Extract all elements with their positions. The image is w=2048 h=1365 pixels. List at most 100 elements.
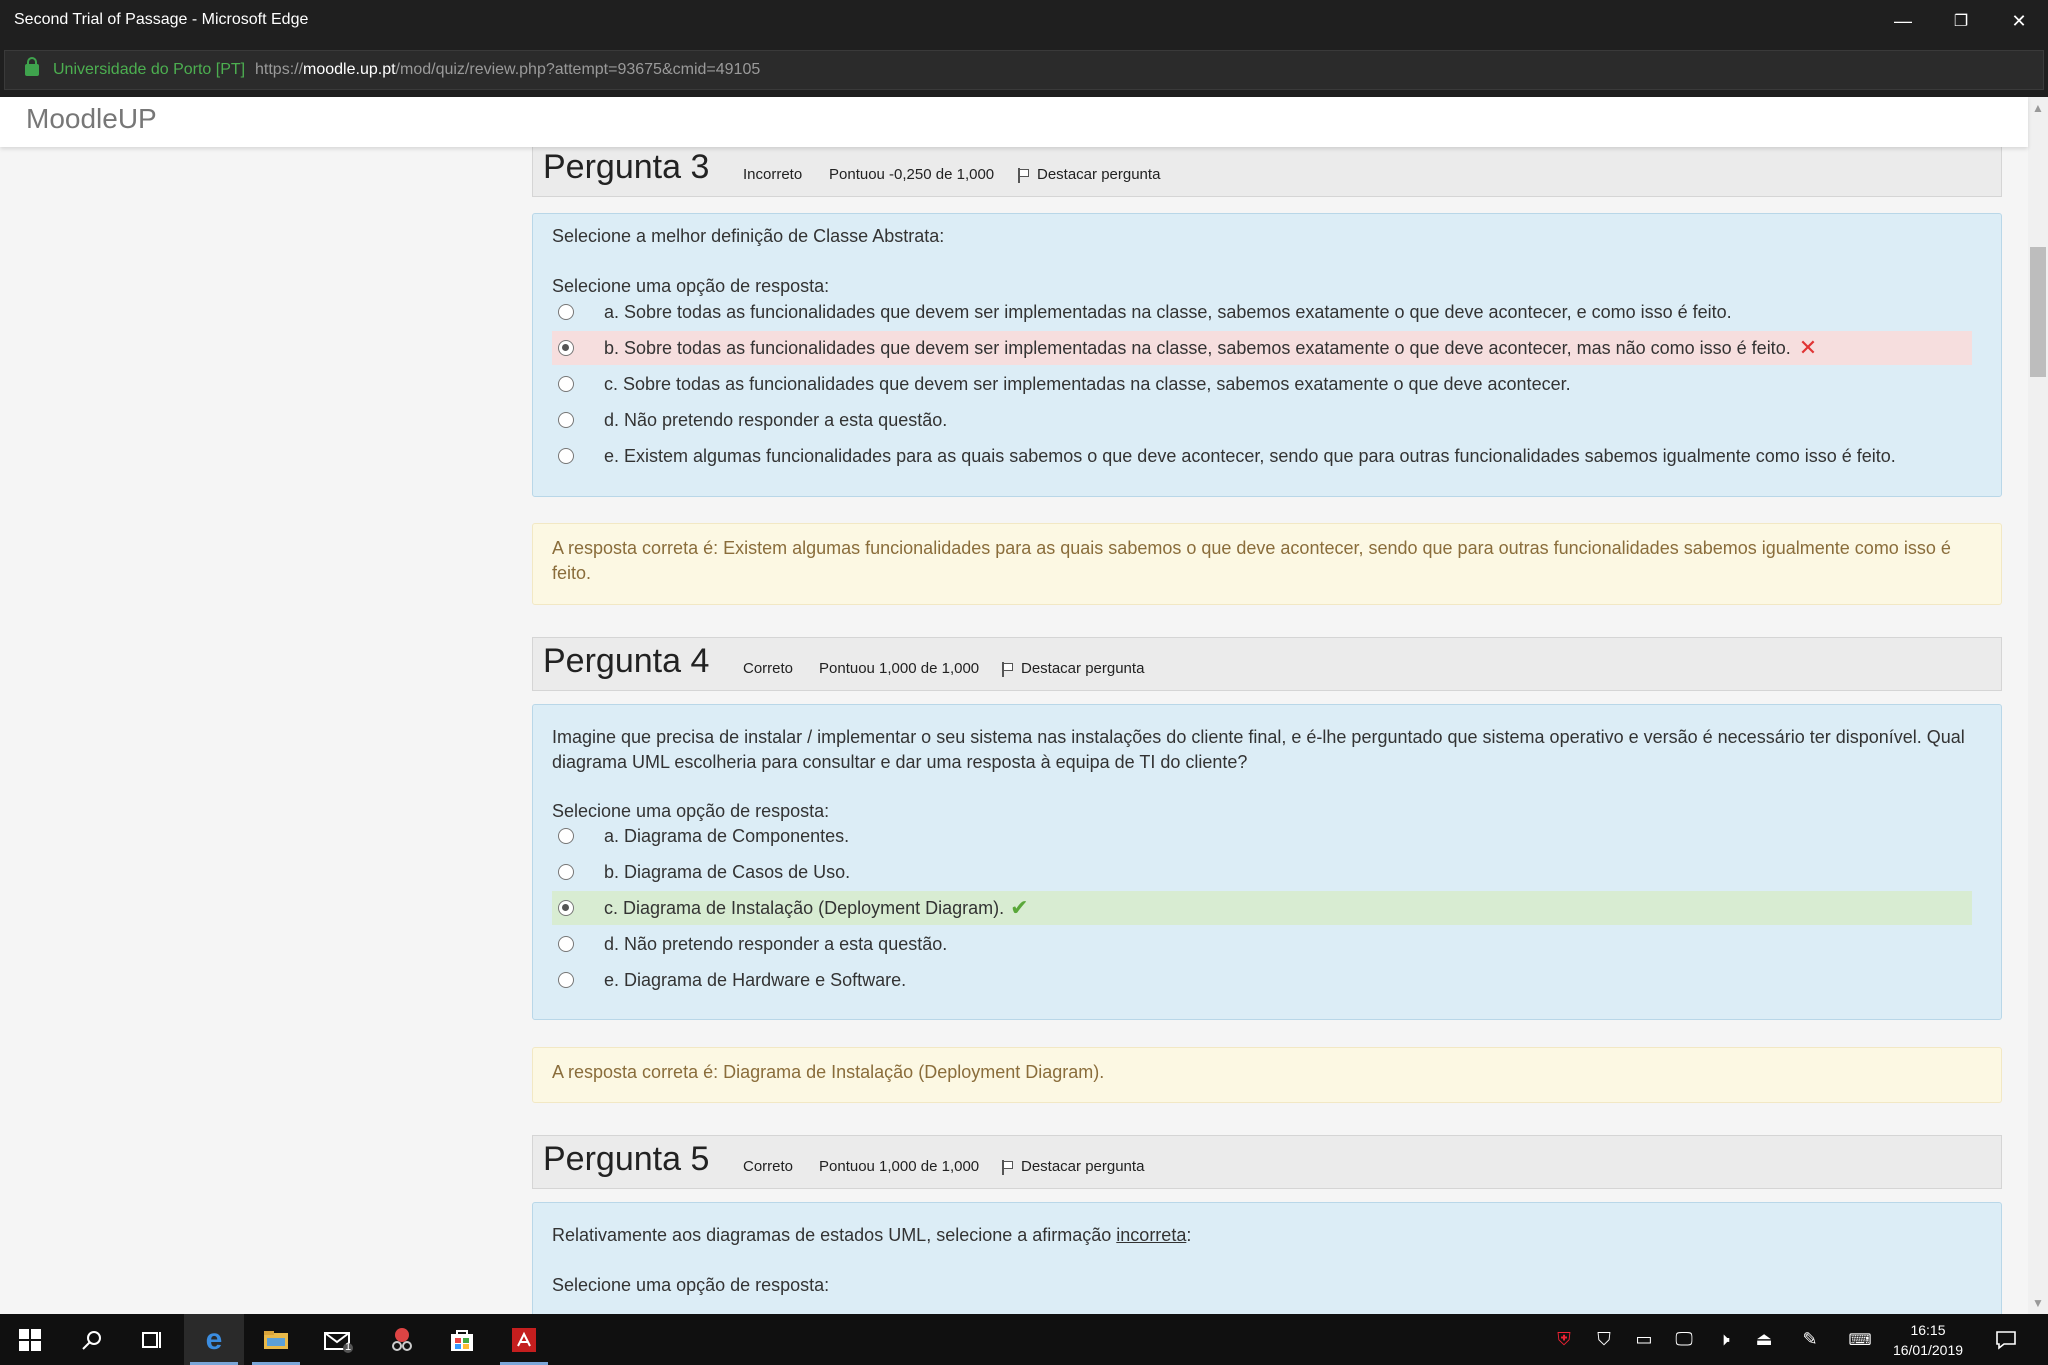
flag-question-link[interactable]: Destacar pergunta — [1001, 660, 1144, 677]
question-5-header: Pergunta 5 Correto Pontuou 1,000 de 1,00… — [532, 1135, 2002, 1189]
close-button[interactable]: ✕ — [1990, 0, 2048, 42]
keyboard-icon[interactable]: ⌨ — [1840, 1314, 1880, 1365]
radio-button[interactable] — [558, 864, 574, 880]
start-button[interactable] — [0, 1314, 60, 1365]
option-label: d. Não pretendo responder a esta questão… — [604, 933, 948, 954]
battery-icon[interactable]: ▭ — [1624, 1314, 1664, 1365]
question-text: Imagine que precisa de instalar / implem… — [552, 727, 1965, 772]
scroll-down-icon[interactable]: ▼ — [2032, 1296, 2044, 1310]
question-4-header: Pergunta 4 Correto Pontuou 1,000 de 1,00… — [532, 637, 2002, 691]
question-text-part: : — [1186, 1225, 1192, 1245]
flag-question-label: Destacar pergunta — [1021, 660, 1145, 677]
security-icon[interactable]: ⛉ — [1584, 1314, 1624, 1365]
flag-question-label: Destacar pergunta — [1021, 1158, 1145, 1175]
display-icon[interactable]: ⏏ — [1744, 1314, 1784, 1365]
url-domain: moodle.up.pt — [303, 61, 396, 78]
answer-option-b[interactable]: b. Sobre todas as funcionalidades que de… — [552, 331, 1972, 365]
question-state: Incorreto — [743, 166, 803, 183]
option-label: b. Diagrama de Casos de Uso. — [604, 861, 851, 882]
question-state: Correto — [743, 1158, 794, 1175]
scroll-thumb[interactable] — [2030, 247, 2046, 377]
question-text-emphasis: incorreta — [1116, 1225, 1187, 1245]
answer-option-e[interactable]: e. Diagrama de Hardware e Software. — [552, 963, 1972, 997]
question-4-body: Imagine que precisa de instalar / implem… — [532, 704, 2002, 1020]
url-path: /mod/quiz/review.php?attempt=93675&cmid=… — [395, 61, 761, 78]
answer-option-d[interactable]: d. Não pretendo responder a esta questão… — [552, 403, 1972, 437]
answer-option-d[interactable]: d. Não pretendo responder a esta questão… — [552, 927, 1972, 961]
scroll-up-icon[interactable]: ▲ — [2032, 101, 2044, 115]
clock-time: 16:15 — [1910, 1322, 1946, 1338]
answer-prompt: Selecione uma opção de resposta: — [552, 1275, 830, 1295]
taskbar-mail[interactable]: 1 — [308, 1314, 368, 1365]
radio-button[interactable] — [558, 828, 574, 844]
option-label: e. Existem algumas funcionalidades para … — [604, 445, 1896, 466]
answer-option-e[interactable]: e. Existem algumas funcionalidades para … — [552, 439, 1972, 473]
clock-date: 16/01/2019 — [1892, 1342, 1964, 1358]
page-scrollbar[interactable]: ▲ ▼ — [2028, 97, 2048, 1314]
option-label: d. Não pretendo responder a esta questão… — [604, 409, 948, 430]
edge-icon: e — [205, 1322, 223, 1356]
answer-option-a[interactable]: a. Sobre todas as funcionalidades que de… — [552, 295, 1972, 329]
search-button[interactable] — [62, 1314, 122, 1365]
answer-option-c[interactable]: c. Sobre todas as funcionalidades que de… — [552, 367, 1972, 401]
url-text[interactable]: https://moodle.up.pt/mod/quiz/review.php… — [255, 61, 760, 79]
radio-button[interactable] — [558, 448, 574, 464]
task-view-button[interactable] — [122, 1314, 182, 1365]
option-label: b. Sobre todas as funcionalidades que de… — [604, 337, 1791, 358]
taskbar-clock[interactable]: 16:15 16/01/2019 — [1888, 1320, 1968, 1360]
radio-button[interactable] — [558, 972, 574, 988]
radio-button[interactable] — [558, 900, 574, 916]
question-grade: Pontuou 1,000 de 1,000 — [819, 1158, 980, 1175]
question-grade: Pontuou 1,000 de 1,000 — [819, 660, 980, 677]
answer-option-a[interactable]: a. Diagrama de Componentes. — [552, 819, 1972, 853]
correct-check-icon: ✔ — [1010, 895, 1029, 920]
site-brand[interactable]: MoodleUP — [26, 103, 157, 135]
option-label: c. Sobre todas as funcionalidades que de… — [604, 373, 1571, 394]
radio-button[interactable] — [558, 340, 574, 356]
question-4-feedback: A resposta correta é: Diagrama de Instal… — [532, 1047, 2002, 1103]
volume-muted-icon[interactable]: 🕨 — [1704, 1314, 1744, 1365]
correct-answer-text: A resposta correta é: Diagrama de Instal… — [552, 1062, 1105, 1082]
folder-icon — [264, 1330, 288, 1349]
option-label: a. Sobre todas as funcionalidades que de… — [604, 301, 1732, 322]
flag-icon — [1017, 167, 1031, 183]
flag-icon — [1001, 1159, 1015, 1175]
notifications-icon[interactable] — [1986, 1314, 2026, 1365]
question-grade: Pontuou -0,250 de 1,000 — [829, 166, 995, 183]
question-title: Pergunta 5 — [543, 1140, 710, 1178]
question-title: Pergunta 4 — [543, 642, 710, 680]
radio-button[interactable] — [558, 304, 574, 320]
quiz-review-content: Pergunta 3 Incorreto Pontuou -0,250 de 1… — [0, 147, 2028, 1314]
option-label: a. Diagrama de Componentes. — [604, 825, 850, 846]
taskbar-file-explorer[interactable] — [246, 1314, 306, 1365]
question-3-feedback: A resposta correta é: Existem algumas fu… — [532, 523, 2002, 605]
radio-button[interactable] — [558, 936, 574, 952]
answer-option-b[interactable]: b. Diagrama de Casos de Uso. — [552, 855, 1972, 889]
lock-icon[interactable] — [25, 57, 39, 76]
address-bar: Universidade do Porto [PT] https://moodl… — [0, 42, 2048, 97]
question-text: Relativamente aos diagramas de estados U… — [552, 1223, 1982, 1248]
flag-question-link[interactable]: Destacar pergunta — [1017, 166, 1160, 183]
taskbar-edge[interactable]: e — [184, 1314, 244, 1365]
minimize-button[interactable]: — — [1874, 0, 1932, 42]
url-field[interactable]: Universidade do Porto [PT] https://moodl… — [4, 50, 2044, 90]
store-icon — [451, 1329, 473, 1351]
url-prefix: https:// — [255, 61, 304, 78]
option-label: e. Diagrama de Hardware e Software. — [604, 969, 907, 990]
option-label: c. Diagrama de Instalação (Deployment Di… — [604, 897, 1005, 918]
radio-button[interactable] — [558, 376, 574, 392]
radio-button[interactable] — [558, 412, 574, 428]
mcafee-icon[interactable]: ⛨ — [1544, 1314, 1584, 1365]
taskbar-store[interactable] — [432, 1314, 492, 1365]
pen-icon[interactable]: ✎ — [1790, 1314, 1830, 1365]
taskbar-snipping-tool[interactable] — [372, 1314, 432, 1365]
taskbar-acrobat[interactable] — [494, 1314, 554, 1365]
question-title: Pergunta 3 — [543, 148, 710, 186]
site-identity[interactable]: Universidade do Porto [PT] — [53, 61, 245, 79]
answer-option-c[interactable]: c. Diagrama de Instalação (Deployment Di… — [552, 891, 1972, 925]
restore-button[interactable]: ❐ — [1932, 0, 1990, 42]
search-icon — [82, 1330, 101, 1350]
question-state: Correto — [743, 660, 794, 677]
flag-question-link[interactable]: Destacar pergunta — [1001, 1158, 1144, 1175]
network-icon[interactable]: 🖵 — [1664, 1314, 1704, 1365]
